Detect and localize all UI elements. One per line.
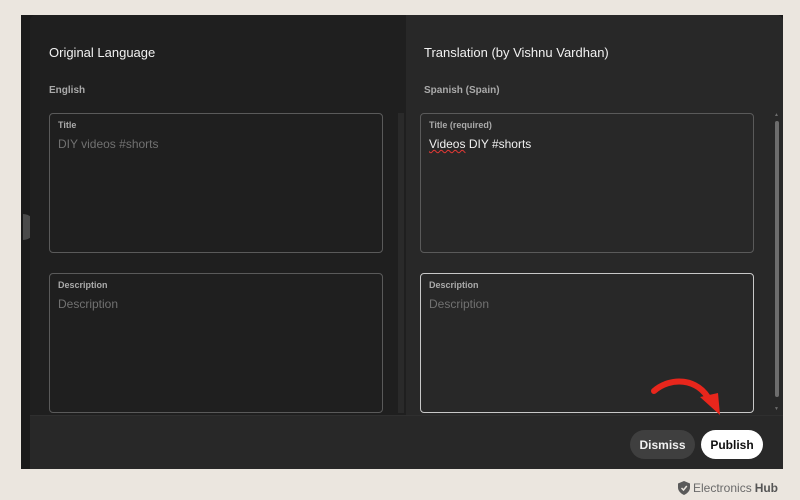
- original-description-placeholder: Description: [58, 297, 119, 311]
- original-language-heading: Original Language: [49, 45, 156, 60]
- original-description-field[interactable]: Description Description: [49, 273, 383, 413]
- translation-title-field[interactable]: Title (required) Videos DIY #shorts: [420, 113, 754, 253]
- translation-heading: Translation (by Vishnu Vardhan): [424, 45, 609, 60]
- left-pane-scrollbar[interactable]: [398, 113, 404, 413]
- translation-description-placeholder: Description: [429, 297, 490, 311]
- dialog-footer: Dismiss Publish: [30, 415, 783, 469]
- translation-description-label: Description: [429, 280, 479, 290]
- arrow-head: [700, 393, 720, 415]
- scrollbar-thumb[interactable]: [775, 121, 779, 397]
- publish-button[interactable]: Publish: [701, 430, 763, 459]
- translation-title-rest: DIY #shorts: [465, 137, 532, 151]
- shield-icon: [678, 481, 690, 495]
- scroll-down-icon[interactable]: ▼: [774, 407, 779, 412]
- original-title-value: DIY videos #shorts: [58, 137, 159, 151]
- spellcheck-word: Videos: [429, 137, 466, 151]
- dismiss-button[interactable]: Dismiss: [630, 430, 695, 459]
- scroll-up-icon[interactable]: ▲: [774, 113, 779, 118]
- translation-title-label: Title (required): [429, 120, 492, 130]
- watermark-brand: Electronics: [693, 481, 752, 495]
- watermark-brand-bold: Hub: [754, 481, 779, 495]
- brand-watermark: Electronics Hub: [678, 481, 778, 495]
- translation-scrollbar[interactable]: ▲ ▼: [774, 113, 780, 413]
- original-language-pane: Original Language English Title DIY vide…: [30, 15, 406, 415]
- translation-title-value[interactable]: Videos DIY #shorts: [429, 137, 531, 151]
- red-arrow-annotation: [651, 378, 720, 415]
- translation-pane: Translation (by Vishnu Vardhan) Spanish …: [406, 15, 783, 415]
- original-title-label: Title: [58, 120, 77, 130]
- translation-language-name: Spanish (Spain): [424, 85, 500, 96]
- original-title-field[interactable]: Title DIY videos #shorts: [49, 113, 383, 253]
- original-description-label: Description: [58, 280, 108, 290]
- original-language-name: English: [49, 85, 86, 96]
